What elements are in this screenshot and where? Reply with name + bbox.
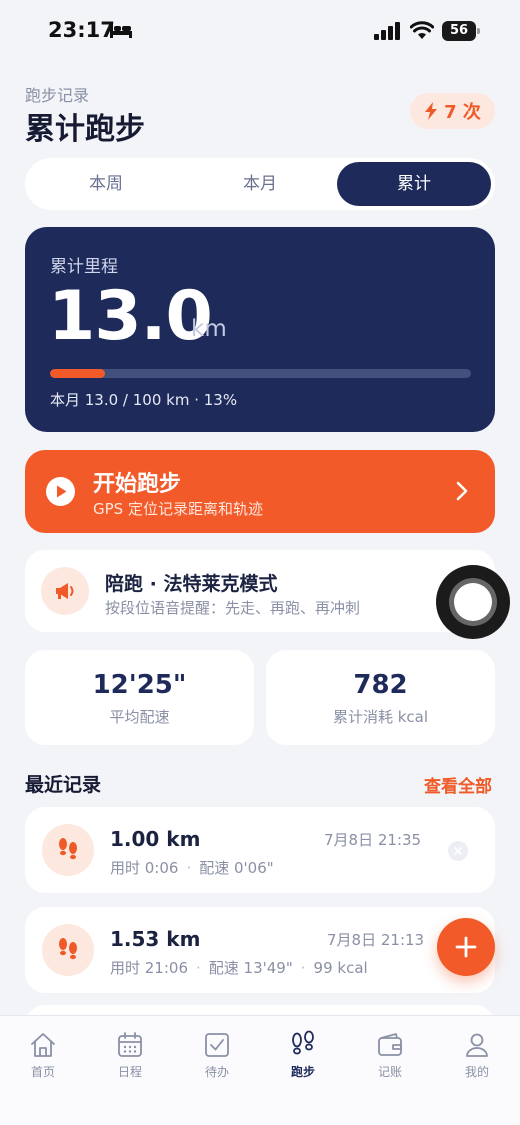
sleep-focus-icon: [110, 24, 132, 38]
tab-home[interactable]: 首页: [13, 1030, 73, 1080]
separator-dot: ·: [186, 859, 192, 877]
cellular-signal-icon: [374, 22, 400, 40]
total-distance-card: 累计里程 13.0 km 本月 13.0 / 100 km · 13%: [25, 227, 495, 432]
record-distance: 1.53 km: [110, 927, 201, 951]
status-bar: 23:17 56: [0, 0, 520, 62]
see-all-link[interactable]: 查看全部: [424, 772, 492, 797]
footprints-icon-bubble: [42, 924, 94, 976]
add-record-button[interactable]: [437, 918, 495, 976]
record-meta: 用时 21:06 · 配速 13'49" · 99 kcal: [110, 957, 368, 978]
fartlek-mode-card[interactable]: 陪跑 · 法特莱克模式 按段位语音提醒：先走、再跑、再冲刺: [25, 550, 495, 632]
fartlek-mode-title: 陪跑 · 法特莱克模式: [105, 573, 278, 595]
megaphone-icon: [56, 583, 74, 599]
bottom-tab-bar: 首页 日程 待办 跑步 记账 我的: [0, 1015, 520, 1125]
tab-home-label: 首页: [30, 1065, 55, 1079]
tab-month[interactable]: 本月: [183, 162, 337, 206]
close-icon: [454, 847, 462, 855]
monthly-goal-caption: 本月 13.0 / 100 km · 13%: [50, 391, 238, 409]
footprints-icon: [59, 938, 77, 960]
battery-tip: [477, 28, 480, 34]
streak-badge[interactable]: 7 次: [410, 93, 495, 129]
wifi-icon: [410, 21, 434, 39]
tab-week[interactable]: 本周: [29, 162, 183, 206]
megaphone-icon-bubble: [41, 567, 89, 615]
tab-schedule[interactable]: 日程: [100, 1030, 160, 1080]
record-date: 7月8日 21:35: [324, 831, 422, 849]
delete-record-icon[interactable]: [448, 841, 468, 861]
record-distance: 1.00 km: [110, 827, 201, 851]
lightning-icon: [425, 102, 438, 120]
wallet-icon: [378, 1033, 402, 1056]
calories-label: 累计消耗 kcal: [332, 708, 429, 726]
checkbox-icon: [205, 1033, 229, 1057]
tab-running-label: 跑步: [290, 1065, 315, 1079]
assistive-touch-button[interactable]: [436, 565, 510, 639]
record-calories: 99 kcal: [313, 959, 368, 977]
record-item[interactable]: 1.00 km 7月8日 21:35 用时 0:06 · 配速 0'06": [25, 807, 495, 893]
total-distance-label: 累计里程: [50, 257, 118, 277]
start-run-button[interactable]: 开始跑步 GPS 定位记录距离和轨迹: [25, 450, 495, 533]
record-duration: 用时 0:06: [110, 859, 179, 877]
tab-accounting[interactable]: 记账: [360, 1030, 420, 1080]
footprints-icon-bubble: [42, 824, 94, 876]
home-icon: [31, 1033, 55, 1057]
tab-todo[interactable]: 待办: [187, 1030, 247, 1080]
start-run-subtitle: GPS 定位记录距离和轨迹: [93, 500, 263, 518]
record-date: 7月8日 21:13: [327, 931, 425, 949]
record-meta: 用时 0:06 · 配速 0'06": [110, 857, 274, 878]
monthly-goal-progress-fill: [50, 369, 105, 378]
recent-records-title: 最近记录: [25, 774, 102, 796]
tab-profile-label: 我的: [464, 1065, 489, 1079]
tab-running[interactable]: 跑步: [273, 1030, 333, 1080]
tab-accounting-label: 记账: [377, 1065, 402, 1079]
tab-total[interactable]: 累计: [337, 162, 491, 206]
record-pace: 配速 13'49": [208, 959, 293, 977]
streak-count: 7 次: [444, 102, 481, 123]
assistive-touch-icon: [449, 578, 497, 626]
footprints-icon: [292, 1030, 314, 1055]
total-distance-value: 13.0: [48, 277, 213, 356]
calendar-icon: [118, 1032, 142, 1057]
person-icon: [466, 1033, 488, 1057]
fartlek-mode-subtitle: 按段位语音提醒：先走、再跑、再冲刺: [105, 599, 361, 617]
battery-indicator: 56: [442, 21, 480, 41]
period-segmented-control: 本周 本月 累计: [25, 158, 495, 210]
monthly-goal-progress: [50, 369, 471, 378]
start-run-title: 开始跑步: [93, 472, 182, 497]
footprints-icon: [59, 838, 77, 860]
plus-icon: [455, 936, 477, 958]
battery-level: 56: [442, 21, 476, 41]
tab-todo-label: 待办: [204, 1065, 229, 1079]
calories-card: 782 累计消耗 kcal: [266, 650, 495, 745]
record-pace: 配速 0'06": [199, 859, 274, 877]
record-duration: 用时 21:06: [110, 959, 188, 977]
page-subtitle: 跑步记录: [25, 86, 90, 105]
record-item[interactable]: 1.53 km 7月8日 21:13 用时 21:06 · 配速 13'49" · 99…: [25, 907, 495, 993]
separator-dot: ·: [196, 959, 201, 977]
chevron-right-icon: [456, 481, 468, 501]
status-time: 23:17: [48, 18, 115, 42]
page-title: 累计跑步: [25, 112, 145, 147]
tab-schedule-label: 日程: [117, 1065, 142, 1079]
total-distance-unit: km: [191, 316, 227, 342]
play-icon: [46, 477, 75, 506]
separator-dot: ·: [300, 959, 306, 977]
tab-profile[interactable]: 我的: [447, 1030, 507, 1080]
average-pace-label: 平均配速: [109, 708, 170, 726]
average-pace-card: 12'25" 平均配速: [25, 650, 254, 745]
calories-value: 782: [353, 670, 408, 700]
average-pace-value: 12'25": [92, 670, 187, 700]
